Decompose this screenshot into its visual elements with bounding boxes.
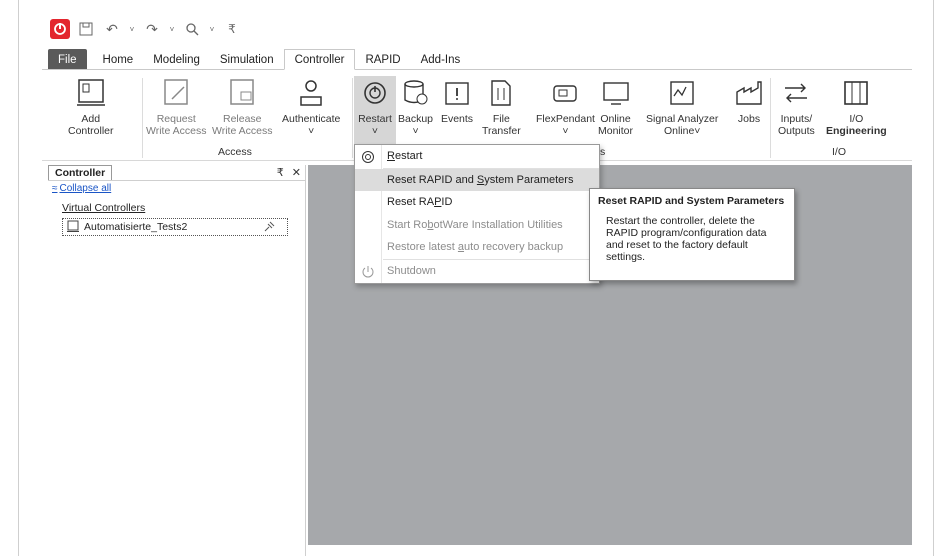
search-dropdown-icon[interactable]: ˅	[208, 19, 216, 39]
signal-analyzer-online-button[interactable]: Signal Analyzer Online˅	[646, 76, 718, 137]
save-icon[interactable]	[76, 19, 96, 39]
restart-button[interactable]: Restart ˅	[354, 76, 396, 146]
inputs-outputs-icon	[779, 76, 813, 110]
power-icon	[360, 264, 376, 280]
events-calendar-icon	[440, 76, 474, 110]
quick-access-toolbar: ↶ ˅ ↷ ˅ ˅ ₹	[50, 18, 242, 40]
tab-add-ins[interactable]: Add-Ins	[411, 49, 471, 70]
tab-rapid[interactable]: RAPID	[355, 49, 410, 70]
request-write-access-button[interactable]: Request Write Access	[146, 76, 207, 137]
ribbon-tabs: File Home Modeling Simulation Controller…	[48, 49, 470, 70]
customize-toolbar-icon[interactable]: ₹	[222, 19, 242, 39]
controller-icon	[67, 220, 79, 235]
io-engineering-icon	[839, 76, 873, 110]
menu-item-restore-auto-recovery[interactable]: Restore latest auto recovery backup	[355, 236, 599, 259]
add-controller-button[interactable]: Add Controller	[68, 76, 114, 137]
ribbon-group-label: s	[600, 146, 606, 158]
io-engineering-button[interactable]: I/O Engineering	[826, 76, 887, 137]
user-icon	[294, 76, 328, 110]
flexpendant-icon	[548, 76, 582, 110]
menu-item-reset-rapid-system[interactable]: Reset RAPID and System Parameters	[355, 168, 599, 191]
backup-database-icon	[399, 76, 433, 110]
flexpendant-button[interactable]: FlexPendant ˅	[536, 76, 595, 137]
ribbon-separator	[142, 78, 143, 158]
file-transfer-button[interactable]: File Transfer	[482, 76, 521, 137]
restart-power-icon	[358, 76, 392, 110]
tab-modeling[interactable]: Modeling	[143, 49, 210, 70]
redo-icon[interactable]: ↷	[142, 19, 162, 39]
panel-tab-controller[interactable]: Controller	[48, 165, 113, 180]
ribbon-group-access-label: Access	[218, 146, 252, 158]
redo-dropdown-icon[interactable]: ˅	[168, 19, 176, 39]
app-logo-icon[interactable]	[50, 19, 70, 39]
connection-plug-icon	[263, 221, 275, 236]
online-monitor-icon	[599, 76, 633, 110]
menu-tooltip: Reset RAPID and System Parameters Restar…	[589, 188, 795, 281]
collapse-chevron-icon: ≈	[52, 183, 58, 194]
menu-item-shutdown[interactable]: Shutdown	[355, 260, 599, 283]
collapse-all-link[interactable]: ≈ Collapse all	[52, 183, 305, 194]
controller-panel: Controller ₹ ✕ ≈ Collapse all Virtual Co…	[48, 165, 306, 556]
close-icon[interactable]: ✕	[292, 166, 301, 179]
controller-cabinet-icon	[74, 76, 108, 110]
menu-item-restart[interactable]: Restart	[355, 145, 599, 168]
restart-icon	[360, 149, 376, 165]
tooltip-title: Reset RAPID and System Parameters	[598, 195, 785, 207]
release-write-access-button[interactable]: Release Write Access	[212, 76, 273, 137]
tab-file[interactable]: File	[48, 49, 87, 70]
signal-analyzer-icon	[665, 76, 699, 110]
tab-controller[interactable]: Controller	[283, 49, 356, 70]
tab-home[interactable]: Home	[93, 49, 144, 70]
tree-virtual-controllers[interactable]: Virtual Controllers	[62, 202, 305, 214]
authenticate-button[interactable]: Authenticate ˅	[282, 76, 340, 137]
factory-jobs-icon	[732, 76, 766, 110]
jobs-button[interactable]: Jobs	[732, 76, 766, 125]
undo-icon[interactable]: ↶	[102, 19, 122, 39]
ribbon-group-io-label: I/O	[832, 146, 847, 158]
file-transfer-icon	[484, 76, 518, 110]
backup-button[interactable]: Backup ˅	[398, 76, 433, 137]
inputs-outputs-button[interactable]: Inputs/ Outputs	[778, 76, 815, 137]
ribbon-separator	[352, 78, 353, 158]
panel-header: Controller ₹ ✕	[48, 165, 305, 181]
undo-dropdown-icon[interactable]: ˅	[128, 19, 136, 39]
release-write-icon	[225, 76, 259, 110]
request-write-icon	[159, 76, 193, 110]
tree-item-controller[interactable]: Automatisierte_Tests2	[62, 218, 288, 236]
ribbon-separator	[770, 78, 771, 158]
pin-dropdown-icon[interactable]: ₹	[277, 166, 284, 179]
search-icon[interactable]	[182, 19, 202, 39]
tooltip-body: Restart the controller, delete the RAPID…	[606, 215, 767, 263]
tab-simulation[interactable]: Simulation	[210, 49, 284, 70]
events-button[interactable]: Events	[440, 76, 474, 125]
menu-item-reset-rapid[interactable]: Reset RAPID	[355, 191, 599, 214]
menu-item-start-robotware-utilities[interactable]: Start RobotWare Installation Utilities	[355, 214, 599, 237]
restart-dropdown-menu: Restart Reset RAPID and System Parameter…	[354, 144, 600, 284]
online-monitor-button[interactable]: Online Monitor	[598, 76, 633, 137]
